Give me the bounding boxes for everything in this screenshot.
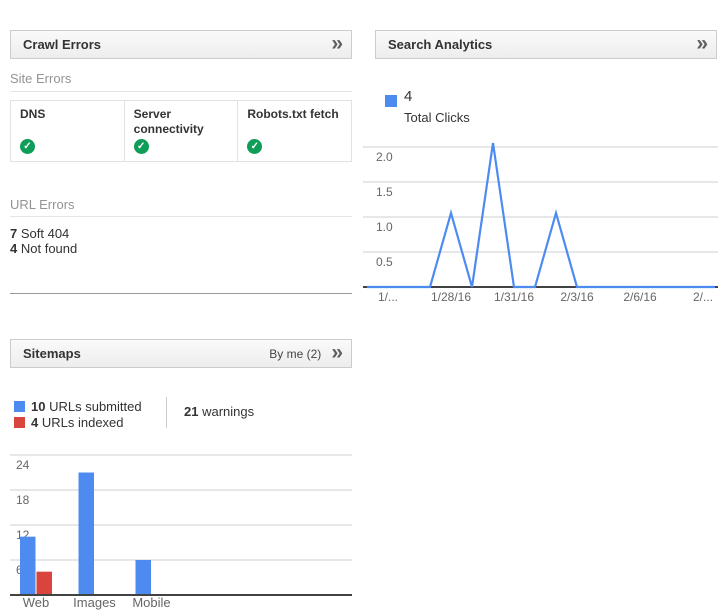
y-axis-label: 24 xyxy=(16,458,30,472)
warnings-label: warnings xyxy=(202,404,254,419)
bar-submitted xyxy=(20,537,36,595)
sitemaps-title: Sitemaps xyxy=(23,346,81,361)
crawl-errors-title: Crawl Errors xyxy=(23,37,101,52)
y-axis-label: 2.0 xyxy=(376,150,393,164)
x-axis-label: Mobile xyxy=(132,595,170,610)
url-errors-list: 7 Soft 404 4 Not found xyxy=(10,226,77,256)
x-axis-label: 2/6/16 xyxy=(623,290,657,304)
site-check-label: Robots.txt fetch xyxy=(247,107,342,122)
expand-icon[interactable]: » xyxy=(331,342,343,365)
bar-submitted xyxy=(79,473,95,596)
indexed-legend-swatch xyxy=(14,417,25,428)
warnings-count: 21 xyxy=(184,404,198,419)
submitted-legend-swatch xyxy=(14,401,25,412)
status-ok-icon: ✓ xyxy=(247,139,262,154)
sitemaps-legend: 10 URLs submitted 4 URLs indexed xyxy=(14,398,142,430)
url-errors-heading: URL Errors xyxy=(10,197,75,212)
y-axis-label: 18 xyxy=(16,493,30,507)
expand-icon[interactable]: » xyxy=(696,33,708,56)
status-ok-icon: ✓ xyxy=(20,139,35,154)
url-error-label: Soft 404 xyxy=(21,226,69,241)
site-check-dns: DNS ✓ xyxy=(11,101,125,161)
clicks-series-line xyxy=(367,143,715,287)
url-error-row: 7 Soft 404 xyxy=(10,226,77,241)
site-check-server-connectivity: Server connectivity ✓ xyxy=(125,101,239,161)
search-console-dashboard: Crawl Errors » Site Errors DNS ✓ Server … xyxy=(0,0,725,613)
x-axis-label: 2/3/16 xyxy=(560,290,594,304)
y-axis-label: 0.5 xyxy=(376,255,393,269)
x-axis-label: Web xyxy=(23,595,50,610)
url-error-count: 4 xyxy=(10,241,17,256)
total-clicks-label: Total Clicks xyxy=(404,110,470,125)
legend-text: 10 URLs submitted xyxy=(31,399,142,414)
url-error-count: 7 xyxy=(10,226,17,241)
legend-row-indexed: 4 URLs indexed xyxy=(14,414,142,430)
search-analytics-header[interactable]: Search Analytics » xyxy=(375,30,717,59)
site-check-label: DNS xyxy=(20,107,115,122)
site-errors-table: DNS ✓ Server connectivity ✓ Robots.txt f… xyxy=(10,100,352,162)
site-check-robots-txt: Robots.txt fetch ✓ xyxy=(238,101,351,161)
sitemaps-bar-chart[interactable]: 6121824WebImagesMobile xyxy=(10,450,352,613)
expand-icon[interactable]: » xyxy=(331,33,343,56)
y-axis-label: 1.0 xyxy=(376,220,393,234)
warnings-text: 21 warnings xyxy=(184,404,254,419)
total-clicks-value: 4 xyxy=(404,88,412,105)
site-check-label: Server connectivity xyxy=(134,107,229,137)
legend-row-submitted: 10 URLs submitted xyxy=(14,398,142,414)
x-axis-label: 1/31/16 xyxy=(494,290,534,304)
x-axis-label: 1/28/16 xyxy=(431,290,471,304)
x-axis-label: 2/... xyxy=(693,290,713,304)
divider xyxy=(10,216,352,217)
sitemaps-header-right: By me (2) » xyxy=(269,342,343,365)
url-error-row: 4 Not found xyxy=(10,241,77,256)
bar-submitted xyxy=(136,560,152,595)
x-axis-label: 1/... xyxy=(378,290,398,304)
section-divider xyxy=(10,293,352,294)
x-axis-label: Images xyxy=(73,595,116,610)
site-errors-heading: Site Errors xyxy=(10,71,71,86)
divider xyxy=(10,91,352,92)
crawl-errors-header[interactable]: Crawl Errors » xyxy=(10,30,352,59)
search-analytics-title: Search Analytics xyxy=(388,37,492,52)
legend-divider xyxy=(166,397,167,428)
url-error-label: Not found xyxy=(21,241,77,256)
sitemaps-header[interactable]: Sitemaps By me (2) » xyxy=(10,339,352,368)
legend-text: 4 URLs indexed xyxy=(31,415,124,430)
y-axis-label: 1.5 xyxy=(376,185,393,199)
bar-indexed xyxy=(37,572,53,595)
by-me-label: By me (2) xyxy=(269,347,321,361)
clicks-legend-swatch xyxy=(385,95,397,107)
clicks-line-chart[interactable]: 0.5 1.0 1.5 2.0 1/... 1/28/16 1/31/16 2/3/16 2/6… xyxy=(363,138,718,308)
status-ok-icon: ✓ xyxy=(134,139,149,154)
